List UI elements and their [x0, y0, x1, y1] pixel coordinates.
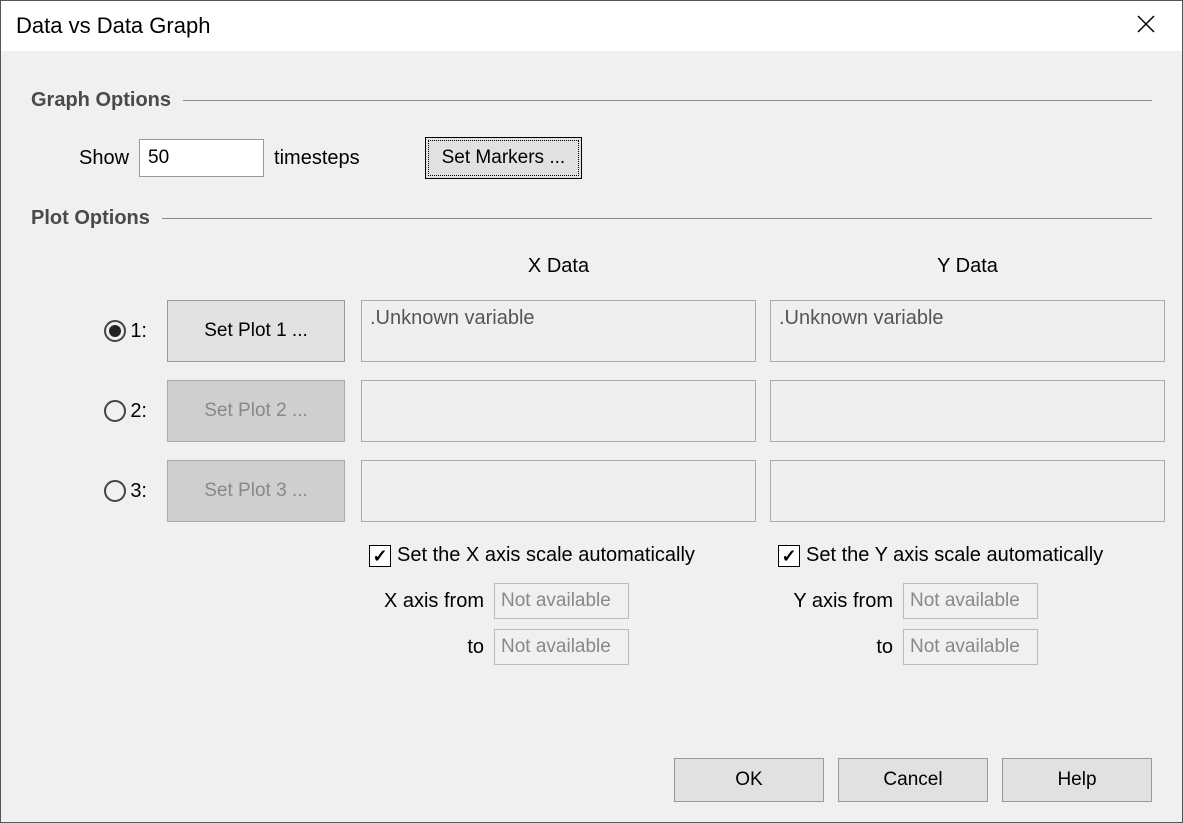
plot1-xdata[interactable]: .Unknown variable — [361, 300, 756, 362]
section-plot-options: Plot Options — [31, 207, 1152, 230]
window-title: Data vs Data Graph — [16, 13, 210, 39]
section-graph-options: Graph Options — [31, 89, 1152, 112]
x-axis-from-label: X axis from — [369, 590, 484, 613]
x-axis-to-label: to — [369, 636, 484, 659]
axis-to-row: to to — [31, 629, 1152, 665]
button-bar: OK Cancel Help — [674, 758, 1152, 802]
titlebar: Data vs Data Graph — [1, 1, 1182, 51]
y-axis-auto-checkbox[interactable]: Set the Y axis scale automatically — [778, 544, 1173, 567]
plot3-ydata[interactable] — [770, 460, 1165, 522]
plot1-ydata[interactable]: .Unknown variable — [770, 300, 1165, 362]
close-icon[interactable] — [1125, 5, 1167, 47]
plot-radio-1[interactable]: 1: — [53, 320, 153, 343]
plot2-xdata[interactable] — [361, 380, 756, 442]
radio-icon — [104, 400, 126, 422]
y-axis-from-label: Y axis from — [778, 590, 893, 613]
timesteps-input[interactable] — [139, 139, 264, 177]
dialog-content: Graph Options Show timesteps Set Markers… — [1, 51, 1182, 822]
y-axis-from-input[interactable] — [903, 583, 1038, 619]
dialog: Data vs Data Graph Graph Options Show ti… — [0, 0, 1183, 823]
column-header-y: Y Data — [770, 255, 1165, 282]
y-axis-to-input[interactable] — [903, 629, 1038, 665]
radio-label: 1: — [130, 320, 147, 343]
plot3-xdata[interactable] — [361, 460, 756, 522]
x-axis-auto-checkbox[interactable]: Set the X axis scale automatically — [369, 544, 764, 567]
checkbox-icon — [369, 545, 391, 567]
radio-label: 3: — [130, 480, 147, 503]
checkbox-label: Set the X axis scale automatically — [397, 544, 695, 567]
plot2-ydata[interactable] — [770, 380, 1165, 442]
y-axis-to-label: to — [778, 636, 893, 659]
set-plot-2-button[interactable]: Set Plot 2 ... — [167, 380, 345, 442]
ok-button[interactable]: OK — [674, 758, 824, 802]
checkbox-label: Set the Y axis scale automatically — [806, 544, 1103, 567]
cancel-button[interactable]: Cancel — [838, 758, 988, 802]
column-header-x: X Data — [361, 255, 756, 282]
radio-icon — [104, 480, 126, 502]
plot-grid: X Data Y Data 1: Set Plot 1 ... .Unknown… — [31, 255, 1152, 522]
plot-radio-2[interactable]: 2: — [53, 400, 153, 423]
graph-options-row: Show timesteps Set Markers ... — [31, 137, 1152, 179]
divider — [183, 100, 1152, 101]
plot-radio-3[interactable]: 3: — [53, 480, 153, 503]
set-plot-1-button[interactable]: Set Plot 1 ... — [167, 300, 345, 362]
divider — [162, 218, 1152, 219]
x-axis-from-input[interactable] — [494, 583, 629, 619]
section-label: Plot Options — [31, 207, 150, 230]
radio-icon — [104, 320, 126, 342]
set-markers-button[interactable]: Set Markers ... — [425, 137, 583, 179]
help-button[interactable]: Help — [1002, 758, 1152, 802]
radio-label: 2: — [130, 400, 147, 423]
axis-from-row: X axis from Y axis from — [31, 583, 1152, 619]
axis-auto-row: Set the X axis scale automatically Set t… — [31, 544, 1152, 567]
section-label: Graph Options — [31, 89, 171, 112]
checkbox-icon — [778, 545, 800, 567]
x-axis-to-input[interactable] — [494, 629, 629, 665]
show-label: Show — [79, 147, 129, 170]
timesteps-label: timesteps — [274, 147, 360, 170]
set-plot-3-button[interactable]: Set Plot 3 ... — [167, 460, 345, 522]
